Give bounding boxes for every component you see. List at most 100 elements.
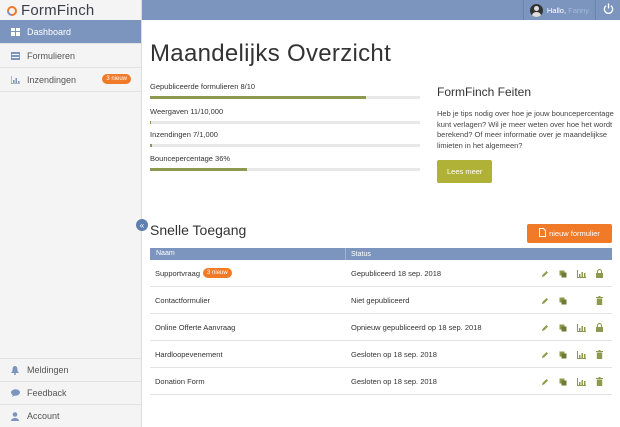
sidebar-item-label: Meldingen	[27, 365, 69, 375]
form-name-cell: Online Offerte Aanvraag	[150, 323, 346, 332]
copy-icon[interactable]	[554, 378, 572, 386]
table-row[interactable]: Online Offerte Aanvraag Opnieuw gepublic…	[150, 314, 612, 341]
facts-panel: FormFinch Feiten Heb je tips nodig over …	[437, 85, 617, 183]
trash-icon[interactable]	[590, 377, 608, 386]
sidebar-item-account[interactable]: Account	[0, 404, 141, 427]
stat-bounce-rate: Bouncepercentage 36%	[150, 154, 420, 171]
trash-icon[interactable]	[590, 350, 608, 359]
table-row[interactable]: Contactformulier Niet gepubliceerd	[150, 287, 612, 314]
sidebar-item-meldingen[interactable]: Meldingen	[0, 358, 141, 381]
user-menu[interactable]: Hallo, Fanny	[522, 0, 596, 20]
chart-icon[interactable]	[572, 323, 590, 332]
table-row[interactable]: Donation Form Gesloten op 18 sep. 2018	[150, 368, 612, 395]
edit-icon[interactable]	[536, 297, 554, 305]
form-name[interactable]: Hardloopevenement	[155, 350, 223, 359]
lock-icon[interactable]	[590, 269, 608, 278]
form-name[interactable]: Supportvraag	[155, 269, 200, 278]
forms-icon	[8, 51, 22, 60]
new-count-badge: 3 nieuw	[203, 268, 232, 278]
power-icon	[603, 1, 614, 19]
new-form-button[interactable]: nieuw formulier	[527, 224, 612, 243]
form-name-cell: Donation Form	[150, 377, 346, 386]
greeting-text: Hallo,	[546, 5, 567, 15]
app-name: FormFinch	[21, 1, 95, 19]
form-name-cell: Contactformulier	[150, 296, 346, 305]
user-icon	[8, 411, 22, 421]
form-status: Niet gepubliceerd	[351, 295, 410, 305]
chart-icon[interactable]	[572, 377, 590, 386]
edit-icon[interactable]	[536, 378, 554, 386]
table-row[interactable]: Supportvraag 3 nieuw Gepubliceerd 18 sep…	[150, 260, 612, 287]
logout-button[interactable]	[596, 0, 620, 20]
trash-icon[interactable]	[590, 296, 608, 305]
new-count-badge: 3 nieuw	[102, 74, 131, 84]
topbar: Hallo, Fanny	[142, 0, 620, 20]
progress-track	[150, 168, 420, 171]
sidebar-item-feedback[interactable]: Feedback	[0, 381, 141, 404]
chat-icon	[8, 389, 22, 397]
stat-submissions: Inzendingen 7/1,000	[150, 130, 420, 147]
stat-label: Bouncepercentage 36%	[150, 154, 231, 163]
sidebar-item-label: Dashboard	[27, 26, 72, 37]
copy-icon[interactable]	[554, 324, 572, 332]
sidebar-item-inzendingen[interactable]: Inzendingen 3 nieuw	[0, 68, 141, 92]
form-name[interactable]: Contactformulier	[155, 296, 210, 305]
edit-icon[interactable]	[536, 324, 554, 332]
row-actions	[536, 368, 608, 395]
progress-fill	[150, 144, 152, 147]
edit-icon[interactable]	[536, 351, 554, 359]
sidebar-bottom: Meldingen Feedback Account	[0, 358, 141, 427]
table-header: Naam Status	[150, 248, 612, 260]
form-status: Opnieuw gepubliceerd op 18 sep. 2018	[351, 322, 482, 332]
file-icon	[539, 228, 547, 239]
stat-views: Weergaven 11/10,000	[150, 107, 420, 124]
row-actions	[536, 287, 608, 314]
stat-label: Inzendingen 7/1,000	[150, 130, 218, 139]
stat-label: Weergaven 11/10,000	[150, 107, 224, 116]
bell-icon	[8, 365, 22, 375]
table-row[interactable]: Hardloopevenement Gesloten op 18 sep. 20…	[150, 341, 612, 368]
chart-icon[interactable]	[572, 350, 590, 359]
row-actions	[536, 341, 608, 368]
lock-icon[interactable]	[590, 323, 608, 332]
progress-track	[150, 96, 420, 99]
logo-icon	[6, 4, 18, 16]
progress-track	[150, 144, 420, 147]
sidebar-item-dashboard[interactable]: Dashboard	[0, 20, 141, 44]
form-status: Gesloten op 18 sep. 2018	[351, 376, 437, 386]
copy-icon[interactable]	[554, 297, 572, 305]
chart-icon	[8, 75, 22, 84]
copy-icon[interactable]	[554, 270, 572, 278]
progress-fill	[150, 168, 248, 171]
sidebar-item-label: Inzendingen	[27, 74, 77, 85]
column-header-name[interactable]: Naam	[150, 248, 346, 260]
logo[interactable]: FormFinch	[0, 0, 141, 20]
sidebar-item-label: Account	[27, 411, 60, 421]
forms-table: Naam Status Supportvraag 3 nieuw Gepubli…	[150, 248, 612, 395]
stat-published-forms: Gepubliceerde formulieren 8/10	[150, 82, 420, 99]
user-greeting: Hallo, Fanny	[547, 6, 589, 15]
page-title: Maandelijks Overzicht	[150, 40, 392, 67]
sidebar-item-label: Feedback	[27, 388, 67, 398]
collapse-sidebar-button[interactable]: «	[136, 219, 148, 231]
facts-text: Heb je tips nodig over hoe je jouw bounc…	[437, 109, 614, 150]
form-status: Gepubliceerd 18 sep. 2018	[351, 268, 442, 278]
form-name-cell: Hardloopevenement	[150, 350, 346, 359]
row-actions	[536, 260, 608, 287]
sidebar-item-label: Formulieren	[27, 50, 76, 61]
user-name: Fanny	[568, 5, 589, 15]
chart-icon[interactable]	[572, 269, 590, 278]
new-form-label: nieuw formulier	[549, 229, 600, 238]
copy-icon[interactable]	[554, 351, 572, 359]
form-status: Gesloten op 18 sep. 2018	[351, 349, 437, 359]
sidebar-item-formulieren[interactable]: Formulieren	[0, 44, 141, 68]
form-name[interactable]: Donation Form	[155, 377, 205, 386]
column-header-status[interactable]: Status	[346, 251, 371, 258]
stat-label: Gepubliceerde formulieren 8/10	[150, 82, 256, 91]
read-more-button[interactable]: Lees meer	[437, 160, 493, 183]
sidebar: FormFinch Dashboard Formulieren Inzendin…	[0, 0, 142, 427]
progress-fill	[150, 96, 366, 99]
edit-icon[interactable]	[536, 270, 554, 278]
form-name[interactable]: Online Offerte Aanvraag	[155, 323, 235, 332]
quick-access-title: Snelle Toegang	[150, 222, 247, 238]
